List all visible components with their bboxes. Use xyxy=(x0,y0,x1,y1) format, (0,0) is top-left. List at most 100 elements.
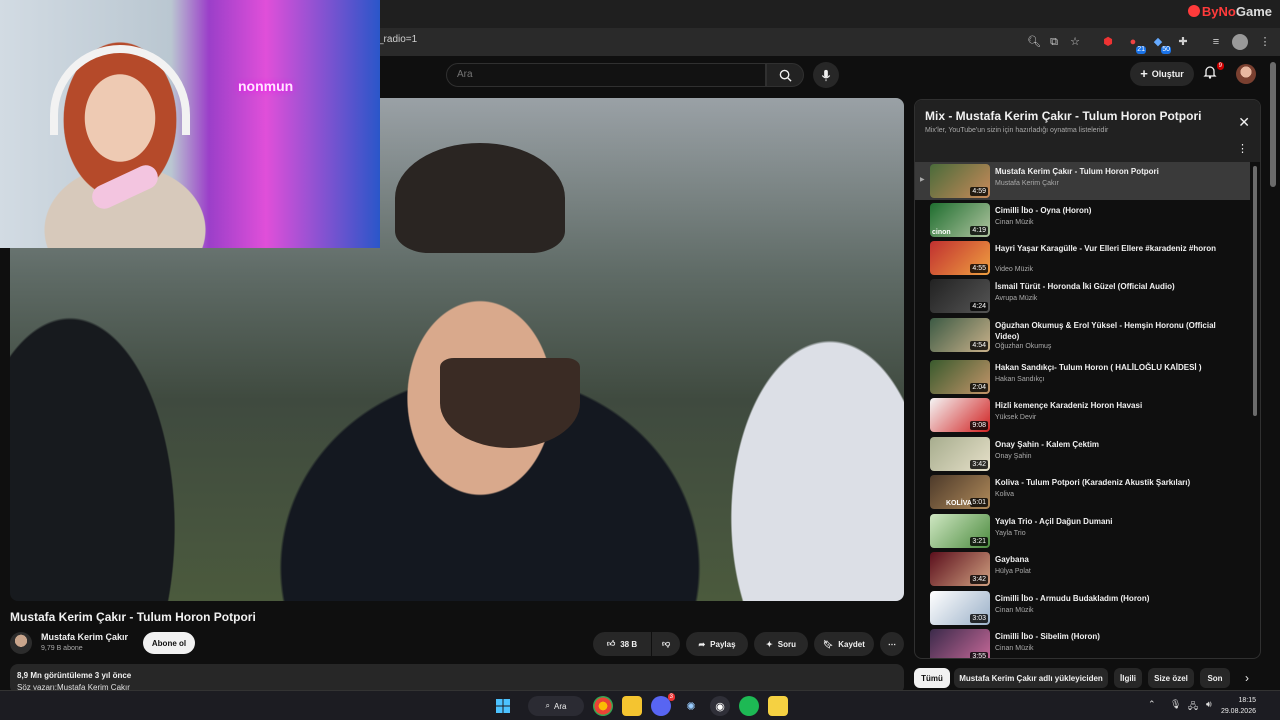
video-frame-detail xyxy=(440,358,580,448)
playlist-thumbnail[interactable]: 4:55 xyxy=(930,241,990,275)
more-vertical-icon[interactable]: ⋮ xyxy=(1237,142,1248,155)
playlist-thumbnail[interactable]: 3:55 xyxy=(930,629,990,658)
create-button[interactable]: + Oluştur xyxy=(1130,62,1194,86)
brand-text-part1: ByNo xyxy=(1201,3,1236,19)
discord-icon[interactable]: 3 xyxy=(651,693,675,716)
tray-chevron-up-icon[interactable]: ⌃ xyxy=(1148,699,1156,710)
channel-name[interactable]: Mustafa Kerim Çakır xyxy=(41,632,128,642)
playlist-item[interactable]: ▶ 4:59 Mustafa Kerim Çakır - Tulum Horon P… xyxy=(915,162,1250,200)
windows-start-icon[interactable] xyxy=(493,696,513,716)
search-button[interactable] xyxy=(766,63,804,87)
playlist-thumbnail[interactable]: 4:54 xyxy=(930,318,990,352)
url-text[interactable]: _radio=1 xyxy=(378,34,417,45)
mix-playlist-panel: Mix - Mustafa Kerim Çakır - Tulum Horon … xyxy=(914,99,1261,659)
notifications-button[interactable]: 9 xyxy=(1202,62,1224,84)
network-app-icon[interactable]: ✺ xyxy=(681,696,701,716)
playlist-item-channel: Hülya Polat xyxy=(995,568,1031,575)
video-frame-detail xyxy=(395,143,565,253)
profile-icon[interactable] xyxy=(1232,34,1248,50)
playlist-thumbnail[interactable]: 3:03 xyxy=(930,591,990,625)
playlist-item[interactable]: 4:54 Oğuzhan Okumuş & Erol Yüksel - Hemşi… xyxy=(915,316,1250,354)
filter-chip[interactable]: Tümü xyxy=(914,668,950,688)
playlist-thumbnail[interactable]: 2:04 xyxy=(930,360,990,394)
extension-adblock-icon[interactable]: ● 21 xyxy=(1125,34,1146,54)
voice-search-button[interactable] xyxy=(813,62,839,88)
playlist-item[interactable]: 3:42 Onay Şahin - Kalem Çektim Onay Şahin xyxy=(915,435,1250,473)
brand-text-part2: Game xyxy=(1235,3,1272,19)
zoom-icon[interactable]: 🔍︎ xyxy=(1026,34,1042,50)
filter-chip[interactable]: İlgili xyxy=(1114,668,1142,688)
extension-badge: 21 xyxy=(1136,46,1146,54)
media-queue-icon[interactable]: ≡ xyxy=(1208,34,1224,50)
playlist-thumbnail[interactable]: 3:42 xyxy=(930,552,990,586)
playlist-scrollbar[interactable] xyxy=(1253,166,1257,416)
extension-blue-icon[interactable]: ◆ 50 xyxy=(1150,34,1171,54)
subscribe-button[interactable]: Abone ol xyxy=(143,632,195,654)
playlist-item[interactable]: 3:03 Cimilli İbo - Armudu Budakladım (Hor… xyxy=(915,589,1250,627)
search-box[interactable] xyxy=(446,63,766,87)
sticky-app-icon[interactable] xyxy=(768,696,788,716)
account-avatar[interactable] xyxy=(1236,64,1256,84)
close-icon[interactable]: ✕ xyxy=(1238,114,1250,131)
playlist-thumbnail[interactable]: 3:42 xyxy=(930,437,990,471)
playlist-item[interactable]: 4:24 İsmail Türüt - Horonda İki Güzel (Of… xyxy=(915,277,1250,315)
playlist-item[interactable]: 3:55 Cimilli İbo - Sibelim (Horon) Cinan M… xyxy=(915,627,1250,658)
taskbar-search[interactable]: ⌕ Ara xyxy=(528,696,584,716)
playlist-thumbnail[interactable]: 5:01 KOLİVA xyxy=(930,475,990,509)
install-app-icon[interactable]: ⧉ xyxy=(1046,34,1062,50)
playlist-thumbnail[interactable]: 9:08 xyxy=(930,398,990,432)
playlist-thumbnail[interactable]: 4:19 cinon xyxy=(930,203,990,237)
tray-mic-icon[interactable]: 🎙︎ xyxy=(1170,699,1181,710)
search-input[interactable] xyxy=(457,69,747,80)
playlist-item[interactable]: 3:42 Gaybana Hülya Polat xyxy=(915,550,1250,588)
thumbnail-label: KOLİVA xyxy=(946,500,972,507)
tray-volume-icon[interactable]: 🔊︎ xyxy=(1206,699,1212,710)
playlist-item[interactable]: 3:21 Yayla Trio - Açil Dağun Dumani Yayla … xyxy=(915,512,1250,550)
more-actions-button[interactable]: ⋯ xyxy=(880,632,904,656)
spotify-icon[interactable] xyxy=(739,696,759,716)
browser-menu-icon[interactable]: ⋮ xyxy=(1257,34,1273,50)
filter-chip[interactable]: Mustafa Kerim Çakır adlı yükleyiciden xyxy=(954,668,1108,688)
playlist-item-title: Hayri Yaşar Karagülle - Vur Elleri Eller… xyxy=(995,244,1216,253)
clock[interactable]: 18:15 29.08.2026 xyxy=(1221,695,1256,717)
playlist-item[interactable]: 5:01 KOLİVA Koliva - Tulum Potpori (Karade… xyxy=(915,473,1250,511)
plus-icon: + xyxy=(1140,66,1148,81)
channel-avatar[interactable] xyxy=(10,632,32,654)
thumbs-down-icon: 👎︎ xyxy=(661,639,671,648)
obs-icon[interactable]: ◉ xyxy=(710,696,730,716)
brand-logo-icon xyxy=(1187,5,1200,17)
playlist-item-channel: Yüksek Devir xyxy=(995,414,1037,421)
playlist-item[interactable]: 2:04 Hakan Sandıkçı- Tulum Horon ( HALİLO… xyxy=(915,358,1250,396)
tray-network-icon[interactable]: 🖧︎ xyxy=(1188,699,1198,715)
filter-chip[interactable]: Size özel xyxy=(1148,668,1194,688)
like-button[interactable]: 👍︎ 38 B xyxy=(593,632,651,656)
playlist-title[interactable]: Mix - Mustafa Kerim Çakır - Tulum Horon … xyxy=(925,109,1201,123)
like-count: 38 B xyxy=(620,639,638,649)
playlist-item-title: Koliva - Tulum Potpori (Karadeniz Akusti… xyxy=(995,478,1191,487)
headphones-detail xyxy=(50,45,190,135)
extension-red-icon[interactable]: ⬢ xyxy=(1100,34,1116,50)
playlist-item[interactable]: 4:55 Hayri Yaşar Karagülle - Vur Elleri E… xyxy=(915,239,1250,277)
share-button[interactable]: ➦ Paylaş xyxy=(686,632,748,656)
chevron-right-icon[interactable]: › xyxy=(1238,668,1256,688)
bookmark-star-icon[interactable]: ☆ xyxy=(1067,34,1083,50)
playlist-item-channel: Yayla Trio xyxy=(995,530,1026,537)
page-scrollbar[interactable] xyxy=(1270,62,1276,187)
playlist-thumbnail[interactable]: 3:21 xyxy=(930,514,990,548)
playlist-item-channel: Oğuzhan Okumuş xyxy=(995,343,1052,350)
video-duration: 4:59 xyxy=(970,187,988,196)
playlist-thumbnail[interactable]: 4:59 xyxy=(930,164,990,198)
filter-chip[interactable]: Son xyxy=(1200,668,1230,688)
playlist-item-channel: Hakan Sandıkçı xyxy=(995,376,1045,383)
dislike-button[interactable]: 👎︎ xyxy=(652,632,680,656)
playlist-item[interactable]: 4:19 cinon Cimilli İbo - Oyna (Horon) Cinan… xyxy=(915,201,1250,239)
discord-badge: 3 xyxy=(667,693,675,701)
chrome-icon[interactable] xyxy=(593,696,613,716)
save-button[interactable]: 🔖︎ Kaydet xyxy=(814,632,874,656)
playlist-item[interactable]: 9:08 Hizli kemençe Karadeniz Horon Havasi… xyxy=(915,396,1250,434)
video-duration: 9:08 xyxy=(970,421,988,430)
playlist-thumbnail[interactable]: 4:24 xyxy=(930,279,990,313)
ask-button[interactable]: ✦ Soru xyxy=(754,632,808,656)
file-explorer-icon[interactable] xyxy=(622,696,642,716)
extensions-puzzle-icon[interactable]: ✚ xyxy=(1175,34,1191,50)
